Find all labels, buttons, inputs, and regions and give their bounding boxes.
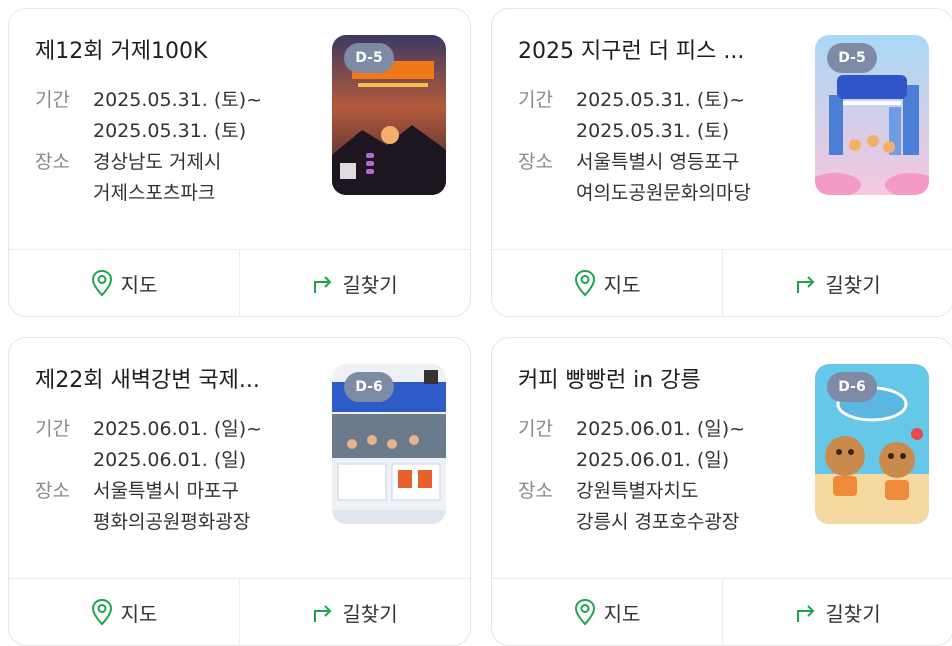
place-line1: 서울특별시 마포구 <box>93 480 239 502</box>
period-start: 2025.06.01. (일)~ <box>576 418 746 440</box>
period-label: 기간 <box>518 89 553 111</box>
directions-label: 길찾기 <box>342 601 398 626</box>
map-button[interactable]: 지도 <box>492 250 722 316</box>
directions-arrow-icon <box>797 276 815 293</box>
event-poster[interactable]: D-6 <box>815 364 929 524</box>
event-poster[interactable]: D-5 <box>332 35 446 195</box>
map-pin-icon <box>574 598 595 626</box>
place-label: 장소 <box>518 151 553 173</box>
place-label: 장소 <box>35 151 70 173</box>
dday-badge: D-6 <box>827 372 877 402</box>
dday-badge: D-5 <box>827 43 877 73</box>
period-label: 기간 <box>518 418 553 440</box>
period-end: 2025.05.31. (토) <box>576 120 730 142</box>
directions-button[interactable]: 길찾기 <box>722 250 952 316</box>
place-line1: 강원특별자치도 <box>576 480 699 502</box>
period-end: 2025.06.01. (일) <box>93 449 247 471</box>
dday-badge: D-5 <box>344 43 394 73</box>
period-label: 기간 <box>35 418 70 440</box>
place-label: 장소 <box>518 480 553 502</box>
event-title[interactable]: 제22회 새벽강변 국제... <box>35 366 305 396</box>
period-start: 2025.06.01. (일)~ <box>93 418 263 440</box>
directions-label: 길찾기 <box>342 272 398 297</box>
card-actions: 지도 길찾기 <box>9 578 470 645</box>
event-poster[interactable]: D-6 <box>332 364 446 524</box>
directions-arrow-icon <box>314 605 332 622</box>
directions-button[interactable]: 길찾기 <box>239 579 470 645</box>
map-pin-icon <box>91 598 112 626</box>
dday-badge: D-6 <box>344 372 394 402</box>
event-card[interactable]: 커피 빵빵런 in 강릉 기간 2025.06.01. (일)~ 2025.06.… <box>491 337 952 646</box>
period-start: 2025.05.31. (토)~ <box>576 89 746 111</box>
directions-arrow-icon <box>797 605 815 622</box>
period-end: 2025.06.01. (일) <box>576 449 730 471</box>
place-line2: 강릉시 경포호수광장 <box>576 511 740 533</box>
map-label: 지도 <box>120 601 158 626</box>
event-card[interactable]: 제22회 새벽강변 국제... 기간 2025.06.01. (일)~ 2025.… <box>8 337 471 646</box>
map-pin-icon <box>91 269 112 297</box>
map-button[interactable]: 지도 <box>9 579 239 645</box>
place-label: 장소 <box>35 480 70 502</box>
place-line2: 여의도공원문화의마당 <box>576 182 751 204</box>
card-actions: 지도 길찾기 <box>492 249 952 316</box>
place-line2: 평화의공원평화광장 <box>93 511 251 533</box>
map-label: 지도 <box>603 272 641 297</box>
directions-label: 길찾기 <box>825 601 881 626</box>
directions-label: 길찾기 <box>825 272 881 297</box>
period-start: 2025.05.31. (토)~ <box>93 89 263 111</box>
period-end: 2025.05.31. (토) <box>93 120 247 142</box>
event-info: 기간 2025.05.31. (토)~ 2025.05.31. (토) 장소 경상… <box>35 85 262 209</box>
event-card[interactable]: 제12회 거제100K 기간 2025.05.31. (토)~ 2025.05.3… <box>8 8 471 317</box>
card-actions: 지도 길찾기 <box>9 249 470 316</box>
event-info: 기간 2025.06.01. (일)~ 2025.06.01. (일) 장소 서울… <box>35 414 262 538</box>
event-card[interactable]: 2025 지구런 더 피스 ... 기간 2025.05.31. (토)~ 202… <box>491 8 952 317</box>
map-label: 지도 <box>120 272 158 297</box>
map-label: 지도 <box>603 601 641 626</box>
period-label: 기간 <box>35 89 70 111</box>
event-title[interactable]: 2025 지구런 더 피스 ... <box>518 37 788 67</box>
place-line2: 거제스포츠파크 <box>93 182 216 204</box>
event-title[interactable]: 커피 빵빵런 in 강릉 <box>518 366 788 396</box>
event-info: 기간 2025.05.31. (토)~ 2025.05.31. (토) 장소 서울… <box>518 85 751 209</box>
event-poster[interactable]: D-5 <box>815 35 929 195</box>
event-info: 기간 2025.06.01. (일)~ 2025.06.01. (일) 장소 강원… <box>518 414 745 538</box>
map-pin-icon <box>574 269 595 297</box>
directions-button[interactable]: 길찾기 <box>239 250 470 316</box>
place-line1: 경상남도 거제시 <box>93 151 222 173</box>
place-line1: 서울특별시 영등포구 <box>576 151 740 173</box>
map-button[interactable]: 지도 <box>492 579 722 645</box>
card-actions: 지도 길찾기 <box>492 578 952 645</box>
directions-arrow-icon <box>314 276 332 293</box>
event-title[interactable]: 제12회 거제100K <box>35 37 305 67</box>
map-button[interactable]: 지도 <box>9 250 239 316</box>
directions-button[interactable]: 길찾기 <box>722 579 952 645</box>
